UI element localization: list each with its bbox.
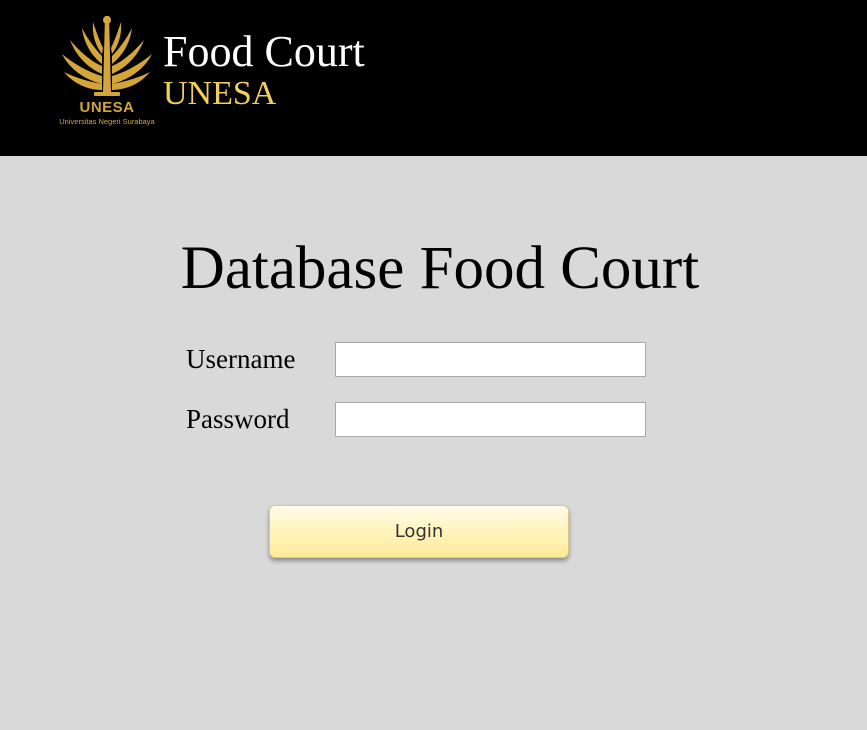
username-label: Username (186, 344, 296, 374)
username-input[interactable] (335, 342, 646, 377)
page-title: Database Food Court (180, 235, 700, 302)
logo-wordmark: UNESA (79, 99, 135, 116)
password-label: Password (186, 404, 290, 434)
logo-subtitle: Universitas Negeri Surabaya (59, 117, 155, 126)
site-subtitle: UNESA (163, 75, 277, 112)
login-button[interactable]: Login (269, 505, 569, 558)
unesa-logo: UNESA Universitas Negeri Surabaya (56, 14, 158, 130)
password-input[interactable] (335, 402, 646, 437)
site-header: UNESA Universitas Negeri Surabaya Food C… (0, 0, 867, 156)
site-title: Food Court (163, 27, 365, 76)
unesa-emblem-icon (62, 16, 152, 96)
